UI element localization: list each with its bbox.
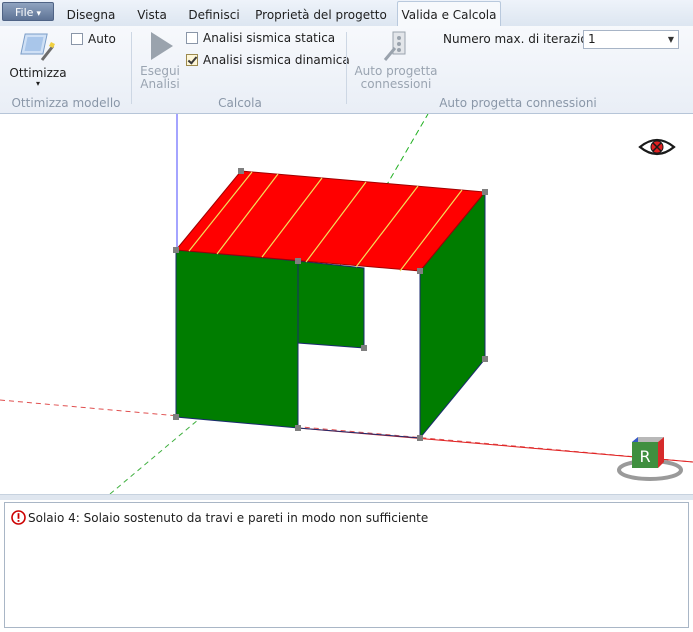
analisi-statica-label: Analisi sismica statica: [203, 31, 336, 45]
model-canvas[interactable]: [0, 114, 693, 494]
group-separator: [346, 32, 347, 104]
tab-valida-calcola[interactable]: Valida e Calcola: [397, 1, 501, 27]
eye-icon[interactable]: [638, 135, 676, 159]
analisi-dinamica-label: Analisi sismica dinamica: [203, 53, 350, 67]
view-cube-icon[interactable]: R: [616, 432, 684, 484]
group-label-ottimizza: Ottimizza modello: [11, 96, 121, 110]
analisi-dinamica-box: [186, 54, 198, 66]
chevron-down-icon: ▾: [36, 9, 41, 19]
message-text: Solaio 4: Solaio sostenuto da travi e pa…: [28, 511, 429, 525]
auto-checkbox-label: Auto: [88, 32, 116, 46]
ottimizza-dropdown-icon: ▾: [35, 79, 40, 88]
iterazioni-select[interactable]: 1 ▼: [583, 30, 679, 49]
esegui-label-line2: Analisi: [140, 77, 180, 91]
cube-face-label: R: [639, 447, 650, 466]
analisi-statica-checkbox[interactable]: Analisi sismica statica: [186, 30, 335, 46]
iterazioni-value: 1: [588, 32, 596, 46]
wall-front-left[interactable]: [175, 249, 299, 429]
tab-disegna[interactable]: Disegna: [62, 5, 120, 26]
tab-vista[interactable]: Vista: [128, 5, 176, 26]
connection-design-icon: [383, 31, 406, 61]
ribbon-panel: Ottimizza ▾ Auto Ottimizza modello Esegu…: [0, 26, 693, 114]
analisi-statica-box: [186, 32, 198, 44]
play-icon: [151, 32, 173, 60]
esegui-analisi-button[interactable]: Esegui Analisi: [138, 30, 182, 92]
wall-base-edge: [297, 427, 421, 439]
auto-checkbox[interactable]: Auto: [71, 31, 116, 47]
connessioni-label-line2: connessioni: [360, 77, 432, 91]
iterazioni-label: Numero max. di iterazioni: [443, 32, 599, 46]
message-panel: Solaio 4: Solaio sostenuto da travi e pa…: [4, 502, 689, 628]
panel-splitter[interactable]: [0, 494, 693, 500]
optimize-wand-icon: [20, 33, 55, 61]
ribbon-tab-bar: File ▾ Disegna Vista Definisci Proprietà …: [0, 0, 693, 27]
tab-definisci[interactable]: Definisci: [184, 5, 244, 26]
group-label-calcola: Calcola: [218, 96, 262, 110]
group-label-connessioni: Auto progetta connessioni: [439, 96, 597, 110]
file-menu-label: File: [15, 6, 34, 19]
analisi-dinamica-checkbox[interactable]: Analisi sismica dinamica: [186, 52, 350, 68]
wall-back[interactable]: [297, 260, 365, 349]
chevron-down-icon: ▼: [667, 35, 674, 44]
tab-proprieta-progetto[interactable]: Proprietà del progetto: [254, 5, 388, 26]
ottimizza-button[interactable]: Ottimizza ▾: [6, 30, 70, 92]
auto-checkbox-box: [71, 33, 83, 45]
message-row[interactable]: Solaio 4: Solaio sostenuto da travi e pa…: [11, 510, 428, 526]
group-separator: [131, 32, 132, 104]
3d-viewport[interactable]: R: [0, 114, 693, 494]
error-icon: [11, 510, 26, 525]
file-menu-button[interactable]: File ▾: [2, 2, 54, 21]
auto-progetta-connessioni-button[interactable]: Auto progetta connessioni: [354, 30, 438, 92]
